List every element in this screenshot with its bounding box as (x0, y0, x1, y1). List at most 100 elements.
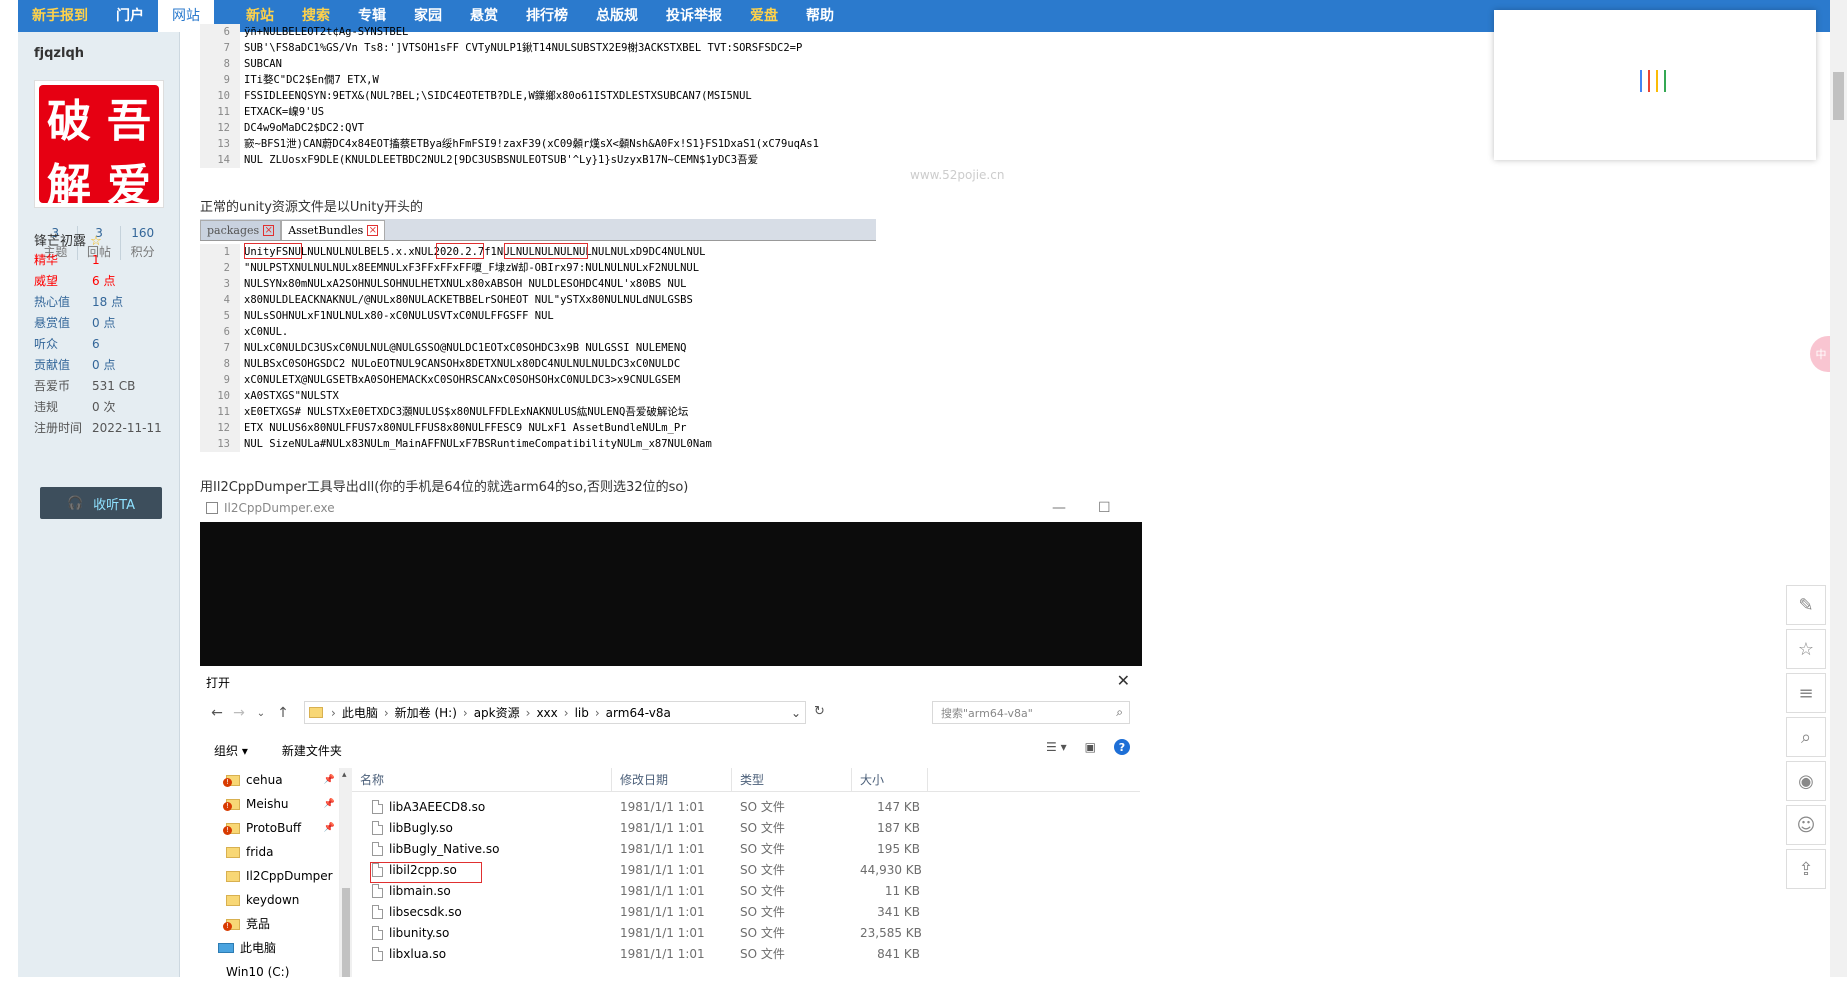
list-icon[interactable]: ≡ (1786, 673, 1826, 713)
breadcrumb[interactable]: 新加卷 (H:) (395, 704, 457, 721)
maximize-button[interactable]: ☐ (1098, 500, 1111, 516)
tree-label: Il2CppDumper (246, 869, 333, 883)
breadcrumb[interactable]: lib (575, 706, 589, 720)
page-scrollbar[interactable] (1830, 0, 1847, 977)
file-row[interactable]: libBugly_Native.so 1981/1/1 1:01 SO 文件 195 … (352, 838, 1140, 859)
search-icon[interactable]: ⌕ (1116, 705, 1123, 720)
address-bar[interactable]: › 此电脑 › 新加卷 (H:) › apk资源 › xxx › lib › a… (304, 701, 806, 724)
folder-icon (309, 707, 323, 718)
user-props: 精华 1 威望 6 点 热心值 18 点 悬赏值 0 点 听众 6 贡献值 0 点 吾爱币 5… (34, 250, 164, 439)
tree-scrollbar[interactable] (340, 768, 352, 977)
column-date[interactable]: 修改日期 (612, 768, 732, 791)
prop-value: 531 CB (92, 379, 136, 393)
search-input[interactable]: 搜索"arm64-v8a" ⌕ (932, 701, 1130, 724)
file-size: 187 KB (877, 820, 920, 835)
search-placeholder: 搜索"arm64-v8a" (941, 706, 1033, 720)
hex-text: SUB'\FS8aDC1%GS/Vn Ts8:']VTSOH1sFF CVTyN… (244, 42, 803, 54)
nav-newbie[interactable]: 新手报到 (18, 0, 102, 32)
line-number: 6 (200, 324, 240, 340)
file-row[interactable]: libsecsdk.so 1981/1/1 1:01 SO 文件 341 KB (352, 901, 1140, 922)
preview-pane-icon[interactable]: ▣ (1085, 740, 1096, 754)
tree-item[interactable]: keydown (200, 888, 339, 912)
nav-portal[interactable]: 门户 (102, 0, 158, 32)
file-type: SO 文件 (740, 926, 785, 940)
file-date: 1981/1/1 1:01 (620, 841, 705, 856)
file-size: 23,585 KB (860, 925, 922, 940)
close-icon[interactable]: × (367, 225, 379, 236)
chevron-down-icon[interactable]: ⌄ (250, 708, 272, 719)
line-number: 7 (200, 340, 240, 356)
line-number: 13 (200, 136, 240, 152)
chevron-up-icon[interactable]: ▴ (342, 770, 347, 780)
file-row[interactable]: libmain.so 1981/1/1 1:01 SO 文件 11 KB (352, 880, 1140, 901)
star-icon[interactable]: ☆ (1786, 629, 1826, 669)
minimize-button[interactable]: — (1052, 500, 1066, 516)
scrollbar-thumb[interactable] (342, 888, 350, 977)
hex-line: 4 x80NULDLEACKNAKNUL/@NULx80NULACKETBBELr… (200, 292, 876, 308)
up-arrow-icon[interactable]: ↑ (272, 705, 294, 721)
close-icon[interactable]: ✕ (1117, 671, 1130, 690)
il2cpp-window-title: Il2CppDumper.exe — ☐ (200, 497, 1140, 519)
line-number: 10 (200, 88, 240, 104)
tree-item[interactable]: cehua 📌 (200, 768, 339, 792)
file-size: 341 KB (877, 904, 920, 919)
tree-item[interactable]: 竞品 (200, 912, 339, 936)
tree-item-pc[interactable]: 此电脑 (200, 936, 339, 960)
hex-line: 9 xC0NULETX@NULGSETBxA0SOHEMACKxC0SOHRSCA… (200, 372, 876, 388)
rank-label[interactable]: 锋芒初露 (34, 234, 86, 249)
refresh-icon[interactable]: ↻ (814, 704, 825, 719)
file-name: libmain.so (389, 883, 451, 898)
breadcrumb[interactable]: 此电脑 (342, 704, 378, 721)
file-icon (372, 925, 383, 940)
column-name[interactable]: 名称 (352, 768, 612, 791)
search-icon[interactable]: ⌕ (1786, 717, 1826, 757)
avatar[interactable]: 破 吾 解 爱 (34, 80, 164, 211)
line-number: 11 (200, 104, 240, 120)
tab-packages[interactable]: packages × (200, 220, 282, 240)
column-type[interactable]: 类型 (732, 768, 852, 791)
follow-button[interactable]: 🎧 收听TA (40, 487, 162, 519)
file-icon (372, 883, 383, 898)
file-row[interactable]: libunity.so 1981/1/1 1:01 SO 文件 23,585 KB (352, 922, 1140, 943)
breadcrumb[interactable]: arm64-v8a (606, 706, 671, 720)
forward-arrow-icon[interactable]: → (228, 705, 250, 721)
prop-row: 违规 0 次 (34, 397, 164, 418)
wechat-icon[interactable]: ◉ (1786, 761, 1826, 801)
avatar-logo: 破 吾 解 爱 (39, 85, 159, 211)
tab-assetbundles[interactable]: AssetBundles × (281, 220, 386, 240)
file-size: 147 KB (877, 799, 920, 814)
floating-toolbar: ✎ ☆ ≡ ⌕ ◉ ☺ ⇪ (1786, 585, 1826, 893)
side-bubble[interactable]: 中 (1810, 336, 1832, 372)
username[interactable]: fjqzlqh (34, 46, 84, 61)
tree-item[interactable]: Il2CppDumper (200, 864, 339, 888)
breadcrumb[interactable]: xxx (536, 706, 557, 720)
close-icon[interactable]: × (263, 225, 275, 236)
breadcrumb[interactable]: apk资源 (474, 704, 520, 721)
prop-key: 注册时间 (34, 421, 83, 435)
tree-item[interactable]: frida (200, 840, 339, 864)
scrollbar-thumb[interactable] (1833, 72, 1844, 120)
view-options-icon[interactable]: ☰ ▾ (1046, 740, 1067, 754)
file-type: SO 文件 (740, 947, 785, 961)
user-icon[interactable]: ☺ (1786, 805, 1826, 845)
tree-item[interactable]: ProtoBuff 📌 (200, 816, 339, 840)
line-number: 2 (200, 260, 240, 276)
edit-icon[interactable]: ✎ (1786, 585, 1826, 625)
hex-text: ETX NULUS6x80NULFFUS7x80NULFFUS8x80NULFF… (244, 422, 687, 434)
back-arrow-icon[interactable]: ← (206, 705, 228, 721)
tree-item-drive[interactable]: Win10 (C:) (200, 960, 339, 984)
prop-row: 吾爱币 531 CB (34, 376, 164, 397)
folder-icon (223, 822, 240, 835)
tree-item[interactable]: Meishu 📌 (200, 792, 339, 816)
new-folder-button[interactable]: 新建文件夹 (282, 742, 342, 759)
organize-button[interactable]: 组织 ▾ (214, 742, 248, 759)
top-icon[interactable]: ⇪ (1786, 849, 1826, 889)
file-row[interactable]: libxlua.so 1981/1/1 1:01 SO 文件 841 KB (352, 943, 1140, 964)
chevron-right-icon: › (594, 705, 600, 720)
help-icon[interactable]: ? (1114, 739, 1130, 755)
column-size[interactable]: 大小 (852, 768, 928, 791)
file-row[interactable]: libBugly.so 1981/1/1 1:01 SO 文件 187 KB (352, 817, 1140, 838)
file-row[interactable]: libA3AEECD8.so 1981/1/1 1:01 SO 文件 147 KB (352, 796, 1140, 817)
chevron-down-icon[interactable]: ⌄ (791, 706, 801, 720)
hex-text: NULsSOHNULxF1NULNULx80-xC0NULUSVTxC0NULF… (244, 310, 554, 322)
